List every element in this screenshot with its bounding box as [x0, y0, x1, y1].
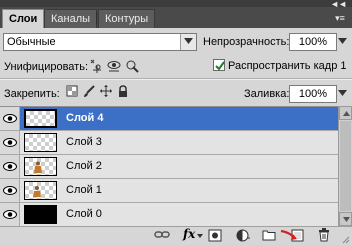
figure-thumbnail-icon [34, 161, 42, 173]
folder-icon [262, 230, 276, 241]
scroll-up-icon [343, 111, 350, 116]
checkmark-icon [215, 61, 225, 71]
tab-paths[interactable]: Контуры [98, 9, 156, 28]
eye-icon [3, 162, 17, 171]
opacity-label: Непрозрачность: [203, 36, 290, 48]
unify-label: Унифицировать: [4, 61, 89, 73]
layer-name[interactable]: Слой 1 [66, 184, 102, 196]
resize-grip-icon[interactable] [342, 236, 350, 244]
layer-thumbnail [24, 109, 57, 128]
new-layer-button[interactable] [279, 228, 305, 242]
unify-style-icon[interactable] [125, 58, 139, 74]
scroll-up-button[interactable] [339, 106, 352, 120]
fx-dropdown-icon [197, 234, 203, 238]
tab-layers[interactable]: Слои [2, 9, 45, 28]
blend-mode-value: Обычные [7, 36, 56, 48]
layers-scrollbar[interactable] [338, 106, 352, 226]
eye-icon [3, 138, 17, 147]
scroll-down-button[interactable] [339, 212, 352, 226]
scroll-thumb[interactable] [340, 121, 351, 211]
adjustment-layer-icon [236, 229, 250, 242]
opacity-slider-arrow-icon[interactable] [338, 38, 347, 44]
layer-style-fx-button[interactable]: fx [183, 226, 195, 245]
new-layer-icon [280, 229, 304, 242]
propagate-frame-label: Распространить кадр 1 [228, 60, 347, 72]
layers-list: Слой 4 Слой 3 Слой 2 Слой 1 Слой 0 [0, 106, 338, 227]
layer-thumbnail [24, 157, 57, 176]
visibility-toggle[interactable] [0, 131, 20, 154]
divider [0, 79, 352, 80]
layer-thumbnail [24, 205, 57, 224]
layer-row[interactable]: Слой 2 [0, 155, 338, 179]
layers-panel: ◄◄ Слои Каналы Контуры ▾≡ Обычные Непроз… [0, 0, 352, 245]
layer-thumbnail [24, 181, 57, 200]
scroll-down-icon [343, 217, 350, 222]
new-group-button[interactable] [262, 229, 278, 243]
lock-label: Закрепить: [4, 88, 60, 100]
fill-input[interactable]: 100% [289, 85, 337, 103]
layer-name[interactable]: Слой 3 [66, 136, 102, 148]
visibility-toggle[interactable] [0, 155, 20, 178]
visibility-toggle[interactable] [0, 203, 20, 226]
trash-icon [319, 228, 329, 242]
layer-row[interactable]: Слой 3 [0, 131, 338, 155]
lock-transparency-icon[interactable] [66, 85, 78, 98]
visibility-toggle[interactable] [0, 179, 20, 202]
eye-icon [3, 186, 17, 195]
collapse-icon[interactable]: ◄◄ [330, 0, 347, 9]
layer-row[interactable]: Слой 0 [0, 203, 338, 227]
link-layers-button[interactable] [154, 229, 170, 243]
tab-channels[interactable]: Каналы [44, 9, 98, 28]
lock-position-move-icon[interactable] [100, 85, 112, 98]
figure-thumbnail-icon [33, 186, 41, 197]
chevron-down-icon [184, 38, 193, 44]
layer-thumbnail [24, 133, 57, 152]
layer-name[interactable]: Слой 4 [66, 112, 103, 124]
lock-icons [66, 85, 128, 99]
opacity-input[interactable]: 100% [289, 33, 337, 51]
unify-visibility-icon[interactable] [107, 58, 121, 74]
panel-tab-bar: ◄◄ Слои Каналы Контуры ▾≡ [0, 0, 352, 28]
layer-row[interactable]: Слой 1 [0, 179, 338, 203]
add-mask-button[interactable] [208, 229, 224, 243]
new-adjustment-layer-button[interactable] [236, 229, 252, 243]
layer-name[interactable]: Слой 2 [66, 160, 102, 172]
unify-position-icon[interactable] [89, 58, 103, 74]
panel-menu-icon[interactable]: ▾≡ [333, 12, 347, 24]
layer-row[interactable]: Слой 4 [0, 107, 338, 131]
link-icon [154, 231, 170, 238]
eye-icon [3, 210, 17, 219]
layer-name[interactable]: Слой 0 [66, 208, 102, 220]
blend-dropdown-button[interactable] [180, 34, 196, 50]
layer-mask-icon [208, 229, 222, 242]
unify-icons [89, 58, 141, 74]
panel-title-strip: ◄◄ [0, 0, 352, 9]
propagate-frame-checkbox[interactable] [213, 59, 225, 71]
delete-layer-button[interactable] [318, 228, 334, 242]
visibility-toggle[interactable] [0, 107, 20, 130]
lock-pixels-brush-icon[interactable] [83, 85, 95, 98]
blend-mode-select[interactable]: Обычные [3, 33, 197, 51]
fill-slider-arrow-icon[interactable] [338, 90, 347, 96]
eye-icon [3, 114, 17, 123]
fill-label: Заливка: [244, 88, 290, 100]
lock-all-icon[interactable] [117, 85, 129, 98]
tab-separator [96, 12, 97, 25]
